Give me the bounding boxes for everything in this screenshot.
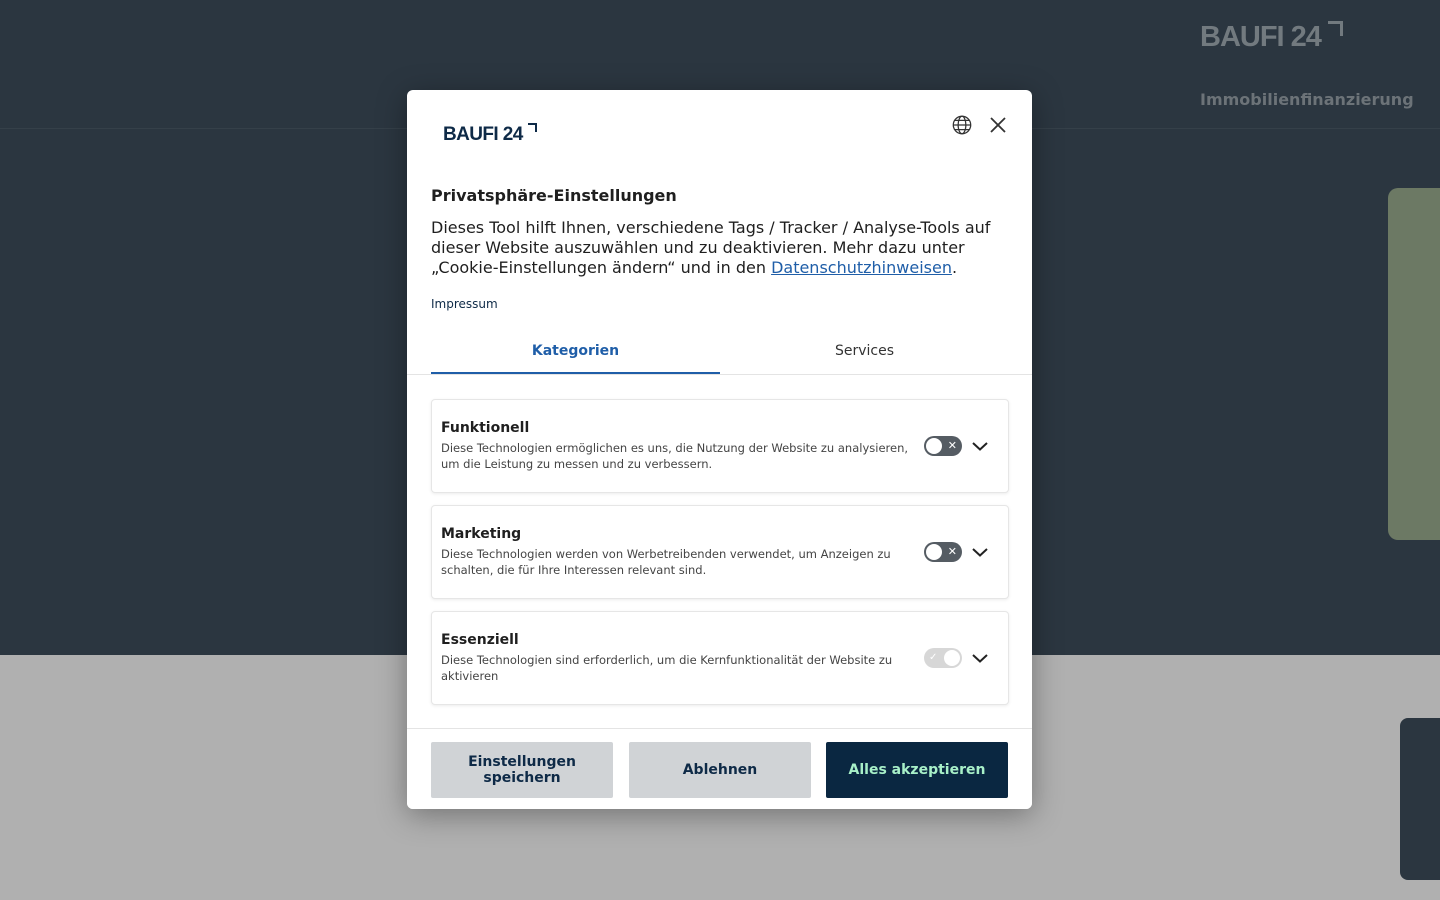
tab-services[interactable]: Services: [720, 330, 1009, 372]
x-icon: ✕: [947, 439, 957, 452]
page: BAUFI 24 Immobilienfinanzierung BAUFI 24…: [0, 0, 1440, 900]
expand-funktionell-button[interactable]: [970, 436, 990, 456]
language-button[interactable]: [949, 112, 975, 138]
category-description: Diese Technologien werden von Werbetreib…: [441, 547, 891, 577]
toggle-knob: [926, 544, 942, 560]
tab-bar: Kategorien Services: [407, 330, 1032, 375]
toggle-funktionell[interactable]: ✕: [924, 436, 962, 456]
x-icon: ✕: [947, 545, 957, 558]
dialog-footer: Einstellungen speichern Ablehnen Alles a…: [407, 728, 1032, 809]
dialog-description: Dieses Tool hilft Ihnen, verschiedene Ta…: [431, 218, 1011, 278]
accept-all-button[interactable]: Alles akzeptieren: [826, 742, 1008, 798]
chevron-down-icon: [972, 654, 988, 663]
background-logo[interactable]: BAUFI 24: [1200, 20, 1343, 54]
toggle-essenziell: ✓: [924, 648, 962, 668]
nav-item-immobilienfinanzierung[interactable]: Immobilienfinanzierung: [1200, 90, 1414, 109]
privacy-settings-dialog: BAUFI 24 Privatsphäre-Einstellungen Dies…: [407, 90, 1032, 809]
description-end: .: [951, 258, 958, 277]
category-title: Funktionell: [441, 420, 530, 436]
category-title: Marketing: [441, 526, 522, 542]
toggle-marketing[interactable]: ✕: [924, 542, 962, 562]
impressum-link[interactable]: Impressum: [431, 297, 498, 311]
chevron-down-icon: [972, 442, 988, 451]
category-card-essenziell: Essenziell Diese Technologien sind erfor…: [431, 611, 1009, 705]
category-card-marketing: Marketing Diese Technologien werden von …: [431, 505, 1009, 599]
expand-essenziell-button[interactable]: [970, 648, 990, 668]
category-title: Essenziell: [441, 632, 519, 648]
logo-corner-icon: [1327, 21, 1343, 36]
check-icon: ✓: [929, 652, 938, 663]
category-card-funktionell: Funktionell Diese Technologien ermöglich…: [431, 399, 1009, 493]
modal-logo-wordmark: BAUFI 24: [443, 124, 523, 145]
modal-logo: BAUFI 24: [443, 123, 537, 146]
background-side-panel: [1388, 188, 1440, 540]
privacy-policy-link[interactable]: Datenschutzhinweisen: [771, 258, 952, 277]
close-icon: [990, 117, 1006, 133]
categories-list[interactable]: Funktionell Diese Technologien ermöglich…: [407, 375, 1032, 728]
category-description: Diese Technologien sind erforderlich, um…: [441, 653, 893, 683]
save-settings-button[interactable]: Einstellungen speichern: [431, 742, 613, 798]
background-side-tab[interactable]: [1400, 718, 1440, 880]
tab-kategorien[interactable]: Kategorien: [431, 330, 720, 374]
globe-icon: [952, 115, 972, 135]
dialog-title: Privatsphäre-Einstellungen: [431, 186, 677, 205]
close-button[interactable]: [985, 112, 1011, 138]
reject-button[interactable]: Ablehnen: [629, 742, 811, 798]
category-description: Diese Technologien ermöglichen es uns, d…: [441, 441, 909, 471]
logo-corner-icon: [527, 123, 537, 132]
background-logo-wordmark: BAUFI 24: [1200, 21, 1322, 53]
toggle-knob: [944, 650, 960, 666]
chevron-down-icon: [972, 548, 988, 557]
expand-marketing-button[interactable]: [970, 542, 990, 562]
toggle-knob: [926, 438, 942, 454]
